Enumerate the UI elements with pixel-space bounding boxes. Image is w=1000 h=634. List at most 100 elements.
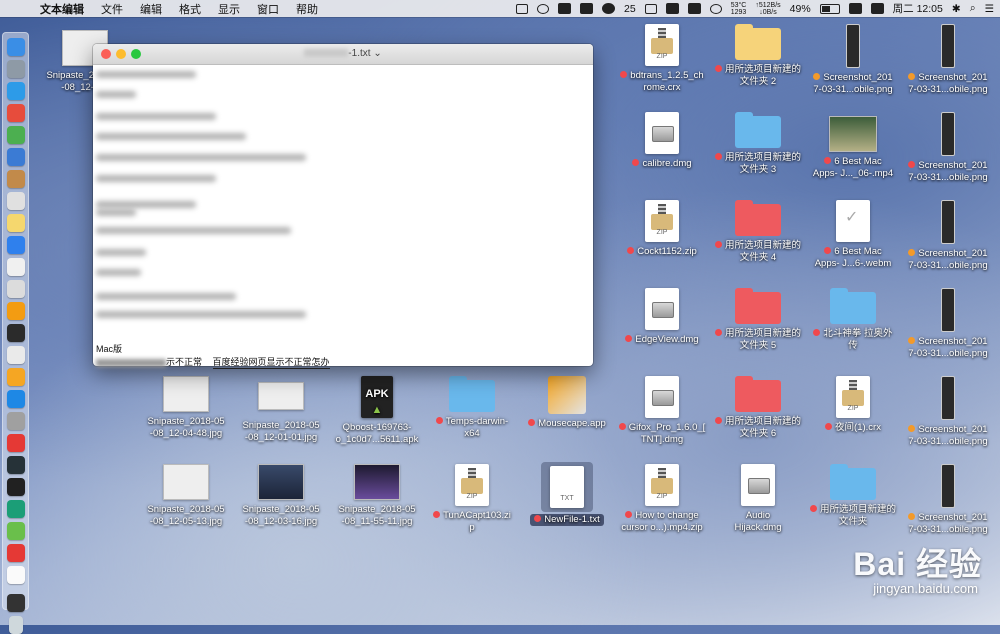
menu-file[interactable]: 文件: [101, 1, 123, 17]
stickies-icon[interactable]: [7, 214, 25, 232]
zip-file-icon: ZIP: [645, 464, 679, 506]
menu-app-name[interactable]: 文本编辑: [40, 1, 84, 17]
battery-percent: 49%: [789, 2, 811, 15]
desktop-item-folder-5[interactable]: 用所选项目新建的 文件夹 5: [713, 288, 803, 352]
preview-icon[interactable]: [7, 148, 25, 166]
text-file-icon: TXT: [550, 466, 584, 508]
battery-icon[interactable]: [819, 3, 840, 14]
desktop-item-screenshot-f[interactable]: Screenshot_201 7-03-31...obile.png: [903, 376, 993, 448]
textedit-icon[interactable]: [7, 258, 25, 276]
tv-icon[interactable]: [7, 346, 25, 364]
desktop-item-snipaste-0513[interactable]: Snipaste_2018-05 -08_12-05-13.jpg: [141, 464, 231, 528]
folder-sync-icon[interactable]: [665, 3, 679, 14]
desktop-item-folder-3[interactable]: 用所选项目新建的 文件夹 3: [713, 112, 803, 176]
finder-icon[interactable]: [7, 38, 25, 56]
desktop-item-calibre[interactable]: calibre.dmg: [617, 112, 707, 170]
contacts-icon[interactable]: [7, 236, 25, 254]
document-body[interactable]: Mac版 示不正常 百度经验网页显示不正常怎办: [93, 65, 593, 369]
folder-icon: [735, 112, 781, 148]
vivaldi-icon[interactable]: [7, 434, 25, 452]
android-icon[interactable]: [7, 126, 25, 144]
chevron-down-icon[interactable]: ⌄: [373, 48, 381, 59]
search-icon[interactable]: ⌕: [970, 2, 976, 15]
script-icon[interactable]: [7, 280, 25, 298]
textedit-window[interactable]: -1.txt ⌄ Mac版 示不正常 百度经验网页显示不正常怎办: [93, 44, 593, 369]
launchpad-icon[interactable]: [7, 60, 25, 78]
desktop-item-temps-darwin[interactable]: Temps-darwin- x64: [427, 376, 517, 440]
desktop-item-folder-6[interactable]: 用所选项目新建的 文件夹 6: [713, 376, 803, 440]
desktop-item-folder-beidou[interactable]: 北斗神拳 拉奥外 传: [808, 288, 898, 352]
screen-icon[interactable]: [687, 3, 701, 14]
menu-window[interactable]: 窗口: [257, 1, 279, 17]
desktop-item-change-cursor-zip[interactable]: ZIP How to change cursor o...).mp4.zip: [617, 464, 707, 534]
desktop-item-best-mac-mp4[interactable]: 6 Best Mac Apps- J..._06-.mp4: [808, 112, 898, 180]
desktop-item-best-mac-webm[interactable]: ✓ 6 Best Mac Apps- J...6-.webm: [808, 200, 898, 270]
desktop-item-night-crx[interactable]: ZIP 夜间(1).crx: [808, 376, 898, 434]
glasses-icon[interactable]: [537, 3, 550, 14]
bluetooth-icon[interactable]: ✱: [952, 3, 961, 15]
desktop-item-screenshot-c[interactable]: Screenshot_201 7-03-31...obile.png: [903, 112, 993, 184]
desktop-item-snipaste-0448[interactable]: Snipaste_2018-05 -08_12-04-48.jpg: [141, 376, 231, 440]
desktop-item-audio-hijack[interactable]: Audio Hijack.dmg: [713, 464, 803, 534]
network-readout[interactable]: ↑512B/s ↓0B/s: [755, 2, 780, 16]
activity-monitor-icon[interactable]: [7, 324, 25, 342]
notification-center-icon[interactable]: ☰: [985, 3, 994, 15]
desktop-item-mousecape[interactable]: Mousecape.app: [522, 376, 612, 430]
pages-icon[interactable]: [7, 368, 25, 386]
system-prefs-icon[interactable]: [7, 412, 25, 430]
desktop-item-snipaste-0101[interactable]: Snipaste_2018-05 -08_12-01-01.jpg: [236, 376, 326, 444]
clipboard-icon[interactable]: [580, 3, 594, 14]
grid-icon[interactable]: [848, 3, 862, 14]
netease-music-icon[interactable]: [7, 544, 25, 562]
menu-edit[interactable]: 编辑: [140, 1, 162, 17]
cpu-readout[interactable]: 53°C 1293: [731, 2, 747, 16]
trash-icon[interactable]: [9, 616, 23, 634]
menu-format[interactable]: 格式: [179, 1, 201, 17]
desktop-item-screenshot-a[interactable]: Screenshot_201 7-03-31...obile.png: [808, 24, 898, 96]
desktop-item-screenshot-b[interactable]: Screenshot_201 7-03-31...obile.png: [903, 24, 993, 96]
desktop-item-tunacapt[interactable]: ZIP TunACapt103.zi p: [427, 464, 517, 534]
books-icon[interactable]: [7, 170, 25, 188]
desktop-item-screenshot-g[interactable]: Screenshot_201 7-03-31...obile.png: [903, 464, 993, 536]
document-icon[interactable]: [7, 566, 25, 584]
wifi-icon[interactable]: [709, 3, 722, 14]
folder-icon: [735, 288, 781, 324]
terminal-graph-icon[interactable]: [7, 456, 25, 474]
safari-icon[interactable]: [7, 82, 25, 100]
desktop-item-screenshot-e[interactable]: Screenshot_201 7-03-31...obile.png: [903, 288, 993, 360]
sync-icon[interactable]: [7, 500, 25, 518]
desktop-item-folder-2[interactable]: 用所选项目新建的 文件夹 2: [713, 24, 803, 88]
desktop-item-snipaste-0316[interactable]: Snipaste_2018-05 -08_12-03-16.jpg: [236, 464, 326, 528]
phone-app-icon[interactable]: [7, 594, 25, 612]
desktop-item-bdtrans[interactable]: ZIP bdtrans_1.2.5_ch rome.crx: [617, 24, 707, 94]
input-method-icon[interactable]: [870, 3, 884, 14]
window-titlebar[interactable]: -1.txt ⌄: [93, 44, 593, 65]
desktop-item-qboost-apk[interactable]: APK ▲ Qboost-169763- o_1c0d7...5611.apk: [332, 376, 422, 446]
apk-file-icon: APK ▲: [361, 376, 393, 418]
desktop-item-gifox[interactable]: Gifox_Pro_1.6.0_[ TNT].dmg: [617, 376, 707, 446]
desktop-item-newfile-txt[interactable]: TXT NewFile-1.txt: [522, 462, 612, 526]
video-thumbnail-icon: [829, 116, 877, 152]
desktop-item-edgeview[interactable]: EdgeView.dmg: [617, 288, 707, 346]
wechat-dock-icon[interactable]: [7, 522, 25, 540]
display-icon[interactable]: [644, 3, 657, 14]
menu-help[interactable]: 帮助: [296, 1, 318, 17]
notes-icon[interactable]: [7, 192, 25, 210]
toggle-icon[interactable]: [516, 3, 529, 14]
desktop-item-folder-new[interactable]: 用所选项目新建的 文件夹: [808, 464, 898, 528]
calendar-icon[interactable]: [7, 104, 25, 122]
redacted-text-line: [96, 269, 141, 276]
terminal-icon[interactable]: [7, 478, 25, 496]
clock[interactable]: 周二 12:05: [893, 1, 943, 16]
menu-view[interactable]: 显示: [218, 1, 240, 17]
image-thumbnail-icon: [258, 382, 304, 410]
desktop-item-snipaste-5511[interactable]: Snipaste_2018-05 -08_11-55-11.jpg: [332, 464, 422, 528]
photos-icon[interactable]: [7, 302, 25, 320]
desktop-item-folder-4[interactable]: 用所选项目新建的 文件夹 4: [713, 200, 803, 264]
desktop-item-cockt[interactable]: ZIP Cockt1152.zip: [617, 200, 707, 258]
app-store-icon[interactable]: [7, 390, 25, 408]
s-app-icon[interactable]: [558, 3, 572, 14]
desktop-item-screenshot-d[interactable]: Screenshot_201 7-03-31...obile.png: [903, 200, 993, 272]
disk-image-icon: [741, 464, 775, 506]
wechat-icon[interactable]: [602, 3, 616, 14]
